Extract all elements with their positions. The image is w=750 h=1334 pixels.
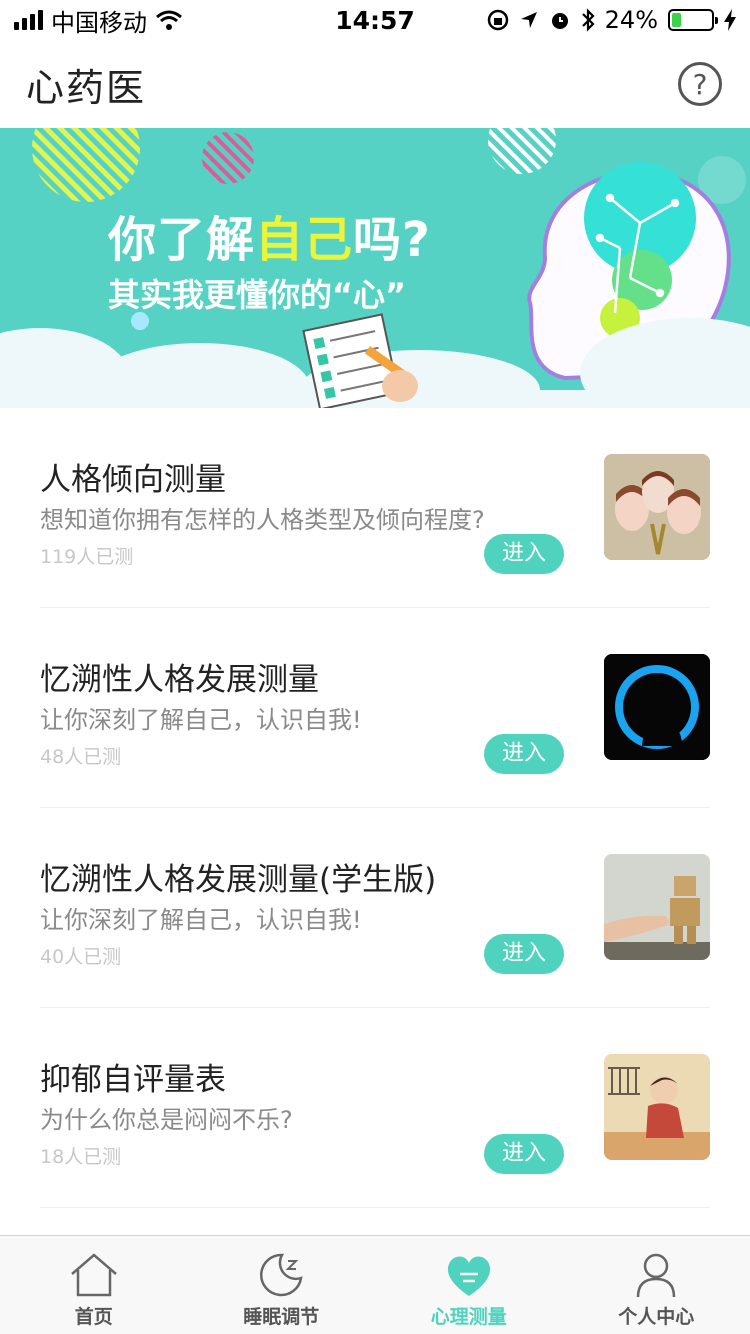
test-description: 想知道你拥有怎样的人格类型及倾向程度? [40,506,485,534]
test-description: 让你深刻了解自己，认识自我! [40,906,362,934]
banner-subheadline: 其实我更懂你的“心” [108,276,407,314]
enter-button[interactable]: 进入 [484,1134,564,1174]
test-list: 人格倾向测量 想知道你拥有怎样的人格类型及倾向程度? 119人已测 进入 忆溯性… [40,408,710,1208]
test-count: 18人已测 [40,1146,122,1168]
list-item[interactable]: 忆溯性人格发展测量(学生版) 让你深刻了解自己，认识自我! 40人已测 进入 [40,808,710,1008]
test-description: 让你深刻了解自己，认识自我! [40,706,362,734]
test-thumbnail [604,1054,710,1160]
page-title: 心药医 [26,65,147,110]
carrier-label: 中国移动 [51,8,147,37]
nav-bar: 心药医 ? [0,40,750,128]
tab-bar: 首页 睡眠调节 心理测量 个人中心 [0,1235,750,1334]
person-icon [630,1250,682,1300]
banner-headline-highlight: 自己 [255,212,354,268]
test-count: 119人已测 [40,546,134,568]
bluetooth-icon [581,8,595,32]
test-count: 40人已测 [40,946,122,968]
battery-percent: 24% [604,6,658,34]
charging-icon [724,9,736,31]
test-title: 忆溯性人格发展测量(学生版) [40,862,437,898]
test-title: 忆溯性人格发展测量 [40,662,319,698]
clock: 14:57 [335,5,415,35]
tab-home[interactable]: 首页 [0,1236,188,1334]
alarm-icon [551,13,568,29]
list-item[interactable]: 人格倾向测量 想知道你拥有怎样的人格类型及倾向程度? 119人已测 进入 [40,408,710,608]
promo-banner[interactable]: 你了解自己吗? 其实我更懂你的“心” [0,128,750,408]
banner-headline-part: 你了解 [108,212,256,268]
wifi-icon [156,10,182,30]
list-item[interactable]: 抑郁自评量表 为什么你总是闷闷不乐? 18人已测 进入 [40,1008,710,1208]
list-item[interactable]: 忆溯性人格发展测量 让你深刻了解自己，认识自我! 48人已测 进入 [40,608,710,808]
test-description: 为什么你总是闷闷不乐? [40,1106,293,1134]
battery-icon [668,9,718,31]
tab-label: 个人中心 [618,1306,695,1328]
test-count: 48人已测 [40,746,122,768]
tab-sleep[interactable]: 睡眠调节 [188,1236,376,1334]
signal-icon [14,10,43,30]
test-thumbnail [604,454,710,560]
enter-button[interactable]: 进入 [484,534,564,574]
moon-icon [255,1250,307,1300]
test-thumbnail [604,854,710,960]
help-icon[interactable]: ? [678,62,722,106]
enter-button[interactable]: 进入 [484,934,564,974]
tab-label: 睡眠调节 [243,1306,320,1328]
rotation-lock-icon [487,9,508,31]
status-bar: 中国移动 14:57 24% [0,0,750,40]
test-title: 人格倾向测量 [40,462,226,498]
banner-headline: 你了解自己吗? [108,200,431,270]
enter-button[interactable]: 进入 [484,734,564,774]
tab-label: 心理测量 [430,1306,507,1328]
test-thumbnail [604,654,710,760]
tab-psych-test[interactable]: 心理测量 [375,1236,563,1334]
tab-label: 首页 [74,1306,113,1328]
tab-profile[interactable]: 个人中心 [563,1236,750,1334]
test-title: 抑郁自评量表 [40,1062,226,1098]
home-icon [68,1250,120,1300]
heart-icon [443,1250,495,1300]
banner-headline-part: 吗? [353,212,431,268]
location-icon [520,12,537,28]
